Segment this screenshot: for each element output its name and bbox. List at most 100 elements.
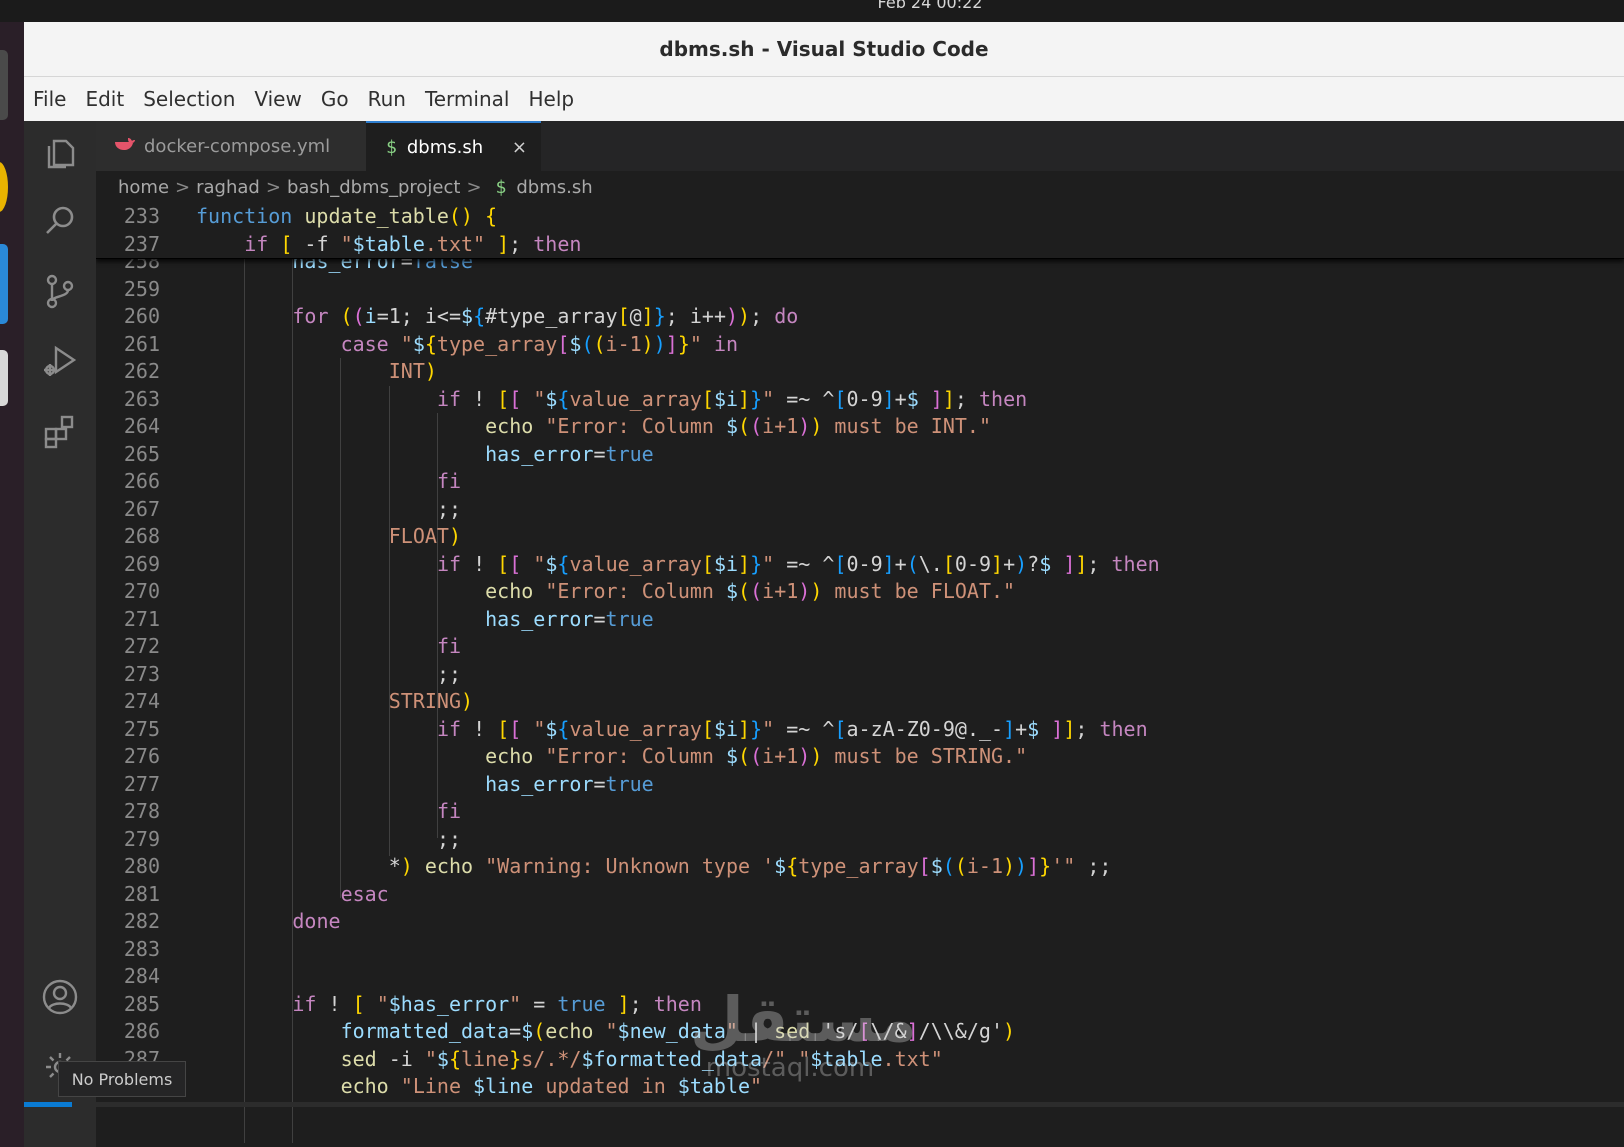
- line-code: fi: [436, 634, 462, 658]
- menu-terminal[interactable]: Terminal: [425, 87, 510, 111]
- system-clock[interactable]: Feb 24 00:22: [800, 0, 1060, 12]
- system-top-bar: Feb 24 00:22: [0, 0, 1624, 22]
- menu-selection[interactable]: Selection: [143, 87, 235, 111]
- status-bar: [24, 1102, 1624, 1107]
- remote-indicator[interactable]: [24, 1102, 72, 1107]
- watermark-arabic: مستقل: [690, 983, 917, 1056]
- code-line[interactable]: 268 FLOAT): [96, 523, 1624, 551]
- code-line[interactable]: 265 has_error=true: [96, 441, 1624, 469]
- sticky-scroll-header[interactable]: 233 function update_table() {237 if [ -f …: [96, 203, 1624, 259]
- line-number: 262: [123, 359, 160, 383]
- line-number: 265: [123, 441, 160, 466]
- docker-icon: [114, 136, 136, 157]
- line-number: 268: [123, 524, 160, 548]
- line-number: 286: [123, 1019, 160, 1043]
- code-line[interactable]: 281 esac: [96, 881, 1624, 909]
- line-number: 269: [123, 551, 160, 576]
- chevron-right-icon: >: [466, 176, 482, 198]
- window-title: dbms.sh - Visual Studio Code: [659, 37, 989, 61]
- breadcrumb-item-file[interactable]: dbms.sh: [516, 177, 592, 198]
- window-title-bar[interactable]: dbms.sh - Visual Studio Code: [24, 22, 1624, 77]
- line-code: if [ -f "$table.txt" ]; then: [244, 231, 582, 256]
- code-line[interactable]: 275 if ! [[ "${value_array[$i]}" =~ ^[a-…: [96, 716, 1624, 744]
- code-line[interactable]: 266 fi: [96, 468, 1624, 496]
- breadcrumb: home > raghad > bash_dbms_project > $ db…: [96, 171, 1624, 203]
- line-number: 237: [123, 231, 160, 256]
- line-code: INT): [388, 359, 437, 383]
- line-number: 263: [123, 386, 160, 411]
- tab-docker-compose[interactable]: docker-compose.yml: [96, 121, 366, 171]
- problems-tooltip: No Problems: [58, 1061, 186, 1097]
- code-line[interactable]: 263 if ! [[ "${value_array[$i]}" =~ ^[0-…: [96, 386, 1624, 414]
- line-code: STRING): [388, 689, 474, 713]
- watermark-latin: mostaql.com: [705, 1053, 875, 1083]
- line-code: function update_table() {: [196, 204, 498, 228]
- code-line[interactable]: 269 if ! [[ "${value_array[$i]}" =~ ^[0-…: [96, 551, 1624, 579]
- line-number: 270: [123, 579, 160, 603]
- tab-dbms-sh[interactable]: $ dbms.sh ×: [366, 121, 541, 171]
- activity-bar: [24, 121, 96, 1147]
- extensions-icon[interactable]: [38, 409, 82, 453]
- dock-app-icon[interactable]: [0, 162, 8, 212]
- line-code: esac: [340, 881, 389, 906]
- line-number: 283: [123, 936, 160, 961]
- line-code: case "${type_array[$((i-1))]}" in: [340, 331, 739, 356]
- menu-file[interactable]: File: [33, 87, 66, 111]
- code-line[interactable]: 277 has_error=true: [96, 771, 1624, 799]
- code-line[interactable]: 274 STRING): [96, 688, 1624, 716]
- menu-help[interactable]: Help: [528, 87, 574, 111]
- breadcrumb-item-project[interactable]: bash_dbms_project: [287, 177, 460, 198]
- line-number: 284: [123, 964, 160, 988]
- code-line[interactable]: 283: [96, 936, 1624, 964]
- line-code: has_error=true: [485, 441, 654, 466]
- sticky-line[interactable]: 233 function update_table() {: [96, 203, 1624, 231]
- line-code: has_error=true: [485, 606, 654, 631]
- line-code: if ! [[ "${value_array[$i]}" =~ ^[0-9]+$…: [436, 386, 1028, 411]
- code-line[interactable]: 282 done: [96, 908, 1624, 936]
- run-debug-icon[interactable]: [38, 339, 82, 383]
- code-line[interactable]: 272 fi: [96, 633, 1624, 661]
- menu-view[interactable]: View: [254, 87, 301, 111]
- line-number: 279: [123, 826, 160, 851]
- line-number: 273: [123, 661, 160, 686]
- search-icon[interactable]: [38, 199, 82, 243]
- chevron-right-icon: >: [265, 176, 281, 198]
- code-line[interactable]: 278 fi: [96, 798, 1624, 826]
- dock-app-icon[interactable]: [0, 350, 8, 406]
- code-line[interactable]: 271 has_error=true: [96, 606, 1624, 634]
- line-number: 272: [123, 634, 160, 658]
- code-line[interactable]: 273 ;;: [96, 661, 1624, 689]
- code-line[interactable]: 260 for ((i=1; i<=${#type_array[@]}; i++…: [96, 303, 1624, 331]
- menu-run[interactable]: Run: [368, 87, 406, 111]
- code-line[interactable]: 262 INT): [96, 358, 1624, 386]
- shell-dollar-icon: $: [495, 176, 507, 198]
- code-line[interactable]: 279 ;;: [96, 826, 1624, 854]
- line-number: 264: [123, 414, 160, 438]
- code-line[interactable]: 280 *) echo "Warning: Unknown type '${ty…: [96, 853, 1624, 881]
- sticky-line[interactable]: 237 if [ -f "$table.txt" ]; then: [96, 231, 1624, 259]
- dock-app-icon[interactable]: [0, 50, 8, 120]
- dock-app-icon[interactable]: [0, 244, 8, 324]
- line-number: 266: [123, 469, 160, 493]
- close-icon[interactable]: ×: [512, 137, 527, 158]
- code-line[interactable]: 270 echo "Error: Column $((i+1)) must be…: [96, 578, 1624, 606]
- account-icon[interactable]: [38, 975, 82, 1019]
- code-line[interactable]: 259: [96, 276, 1624, 304]
- breadcrumb-item-raghad[interactable]: raghad: [196, 177, 260, 198]
- code-line[interactable]: 261 case "${type_array[$((i-1))]}" in: [96, 331, 1624, 359]
- line-code: has_error=true: [485, 771, 654, 796]
- code-line[interactable]: 267 ;;: [96, 496, 1624, 524]
- line-code: FLOAT): [388, 524, 462, 548]
- line-number: 282: [123, 909, 160, 933]
- line-number: 271: [123, 606, 160, 631]
- chevron-right-icon: >: [175, 176, 191, 198]
- menu-edit[interactable]: Edit: [85, 87, 124, 111]
- line-code: echo "Error: Column $((i+1)) must be FLO…: [485, 579, 1016, 603]
- breadcrumb-item-home[interactable]: home: [118, 177, 169, 198]
- source-control-icon[interactable]: [38, 269, 82, 313]
- explorer-icon[interactable]: [38, 131, 82, 175]
- code-line[interactable]: 276 echo "Error: Column $((i+1)) must be…: [96, 743, 1624, 771]
- menu-go[interactable]: Go: [321, 87, 349, 111]
- shell-dollar-icon: $: [386, 136, 397, 158]
- code-line[interactable]: 264 echo "Error: Column $((i+1)) must be…: [96, 413, 1624, 441]
